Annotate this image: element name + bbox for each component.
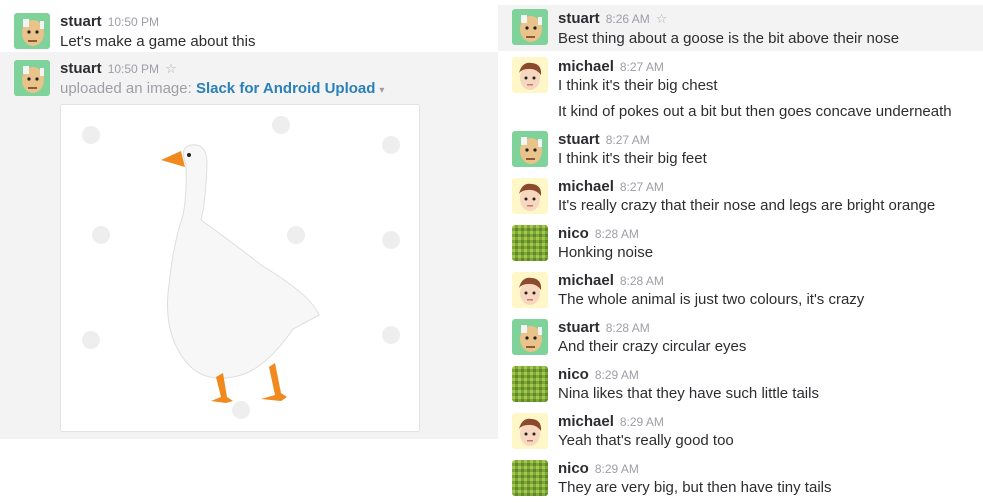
timestamp[interactable]: 8:28 AM xyxy=(606,321,650,335)
uploaded-image-preview[interactable] xyxy=(60,104,420,432)
message-header: stuart 8:27 AM xyxy=(558,131,650,149)
message-header: michael 8:28 AM xyxy=(558,272,664,290)
message-text: It's really crazy that their nose and le… xyxy=(558,197,936,214)
message-row: michael 8:29 AM Yeah that's really good t… xyxy=(498,411,983,456)
message-row: nico 8:28 AM Honking noise xyxy=(498,223,983,268)
nico-avatar[interactable] xyxy=(512,460,548,496)
message-row: michael 8:27 AM I think it's their big ch… xyxy=(498,55,983,127)
goose-image[interactable] xyxy=(61,105,419,431)
stuart-avatar[interactable] xyxy=(14,60,50,96)
timestamp[interactable]: 8:28 AM xyxy=(595,227,639,241)
username[interactable]: stuart xyxy=(60,13,102,30)
message-text: I think it's their big feet xyxy=(558,150,707,167)
message-header: nico 8:29 AM xyxy=(558,460,639,478)
timestamp[interactable]: 10:50 PM xyxy=(108,15,159,29)
michael-avatar[interactable] xyxy=(512,178,548,214)
username[interactable]: michael xyxy=(558,272,614,289)
message-text: The whole animal is just two colours, it… xyxy=(558,291,865,308)
message-row: michael 8:28 AM The whole animal is just … xyxy=(498,270,983,315)
timestamp[interactable]: 8:26 AM xyxy=(606,12,650,26)
message-header: nico 8:28 AM xyxy=(558,225,639,243)
message-header: michael 8:27 AM xyxy=(558,58,664,76)
stuart-avatar[interactable] xyxy=(512,319,548,355)
upload-prefix: uploaded an image: xyxy=(60,80,192,97)
message-row: nico 8:29 AM Nina likes that they have su… xyxy=(498,364,983,409)
message-text-continuation: It kind of pokes out a bit but then goes… xyxy=(558,103,952,120)
message-text: Best thing about a goose is the bit abov… xyxy=(558,30,900,47)
timestamp[interactable]: 8:28 AM xyxy=(620,274,664,288)
username[interactable]: stuart xyxy=(558,131,600,148)
timestamp[interactable]: 8:27 AM xyxy=(620,60,664,74)
message-text: Yeah that's really good too xyxy=(558,432,734,449)
michael-avatar[interactable] xyxy=(512,57,548,93)
stuart-avatar[interactable] xyxy=(512,9,548,45)
username[interactable]: nico xyxy=(558,225,589,242)
right-message-pane: stuart 8:26 AM ☆ Best thing about a goose … xyxy=(498,0,983,503)
nico-avatar[interactable] xyxy=(512,225,548,261)
message-text: And their crazy circular eyes xyxy=(558,338,747,355)
message-header: michael 8:27 AM xyxy=(558,178,664,196)
username[interactable]: michael xyxy=(558,178,614,195)
username[interactable]: stuart xyxy=(558,319,600,336)
message-header: stuart 10:50 PM ☆ xyxy=(60,60,177,78)
username[interactable]: stuart xyxy=(60,60,102,77)
upload-description: uploaded an image: Slack for Android Upl… xyxy=(60,79,384,101)
left-message-pane: stuart 10:50 PM Let's make a game about t… xyxy=(0,0,498,503)
message-header: stuart 10:50 PM xyxy=(60,13,159,31)
star-icon[interactable]: ☆ xyxy=(165,61,177,76)
username[interactable]: nico xyxy=(558,460,589,477)
message-text: Nina likes that they have such little ta… xyxy=(558,385,819,402)
message-header: stuart 8:28 AM xyxy=(558,319,650,337)
timestamp[interactable]: 8:29 AM xyxy=(595,462,639,476)
stuart-avatar[interactable] xyxy=(512,131,548,167)
message-row: stuart 8:27 AM I think it's their big fee… xyxy=(498,129,983,174)
timestamp[interactable]: 8:29 AM xyxy=(620,415,664,429)
timestamp[interactable]: 10:50 PM xyxy=(108,62,159,76)
username[interactable]: michael xyxy=(558,413,614,430)
message-text: They are very big, but then have tiny ta… xyxy=(558,479,832,496)
username[interactable]: stuart xyxy=(558,10,600,27)
caret-down-icon[interactable]: ▾ xyxy=(379,85,384,96)
message-row: stuart 8:28 AM And their crazy circular e… xyxy=(498,317,983,362)
username[interactable]: nico xyxy=(558,366,589,383)
message-text: I think it's their big chest xyxy=(558,77,718,94)
message-header: stuart 8:26 AM ☆ xyxy=(558,10,667,28)
username[interactable]: michael xyxy=(558,58,614,75)
michael-avatar[interactable] xyxy=(512,272,548,308)
michael-avatar[interactable] xyxy=(512,413,548,449)
timestamp[interactable]: 8:27 AM xyxy=(620,180,664,194)
timestamp[interactable]: 8:29 AM xyxy=(595,368,639,382)
message-text: Let's make a game about this xyxy=(60,33,256,50)
message-header: nico 8:29 AM xyxy=(558,366,639,384)
stuart-avatar[interactable] xyxy=(14,13,50,49)
message-text: Honking noise xyxy=(558,244,654,261)
message-row: stuart 8:26 AM ☆ Best thing about a goose … xyxy=(498,5,983,51)
message-row: michael 8:27 AM It's really crazy that th… xyxy=(498,176,983,221)
message-header: michael 8:29 AM xyxy=(558,413,664,431)
timestamp[interactable]: 8:27 AM xyxy=(606,133,650,147)
nico-avatar[interactable] xyxy=(512,366,548,402)
file-title-link[interactable]: Slack for Android Upload xyxy=(196,80,375,97)
message-row: nico 8:29 AM They are very big, but then … xyxy=(498,458,983,503)
message-row: stuart 10:50 PM Let's make a game about t… xyxy=(0,0,498,52)
star-icon[interactable]: ☆ xyxy=(656,11,668,26)
